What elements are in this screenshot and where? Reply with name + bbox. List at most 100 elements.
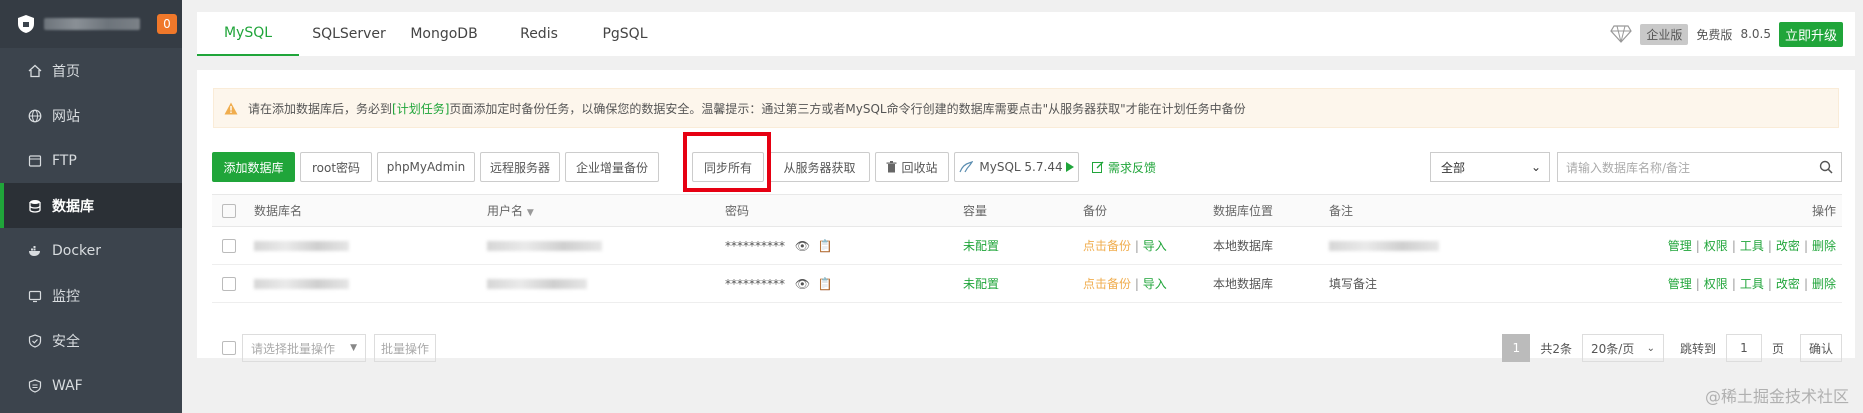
backup-link[interactable]: 点击备份: [1083, 239, 1131, 253]
header-username[interactable]: 用户名 ▼: [487, 194, 725, 227]
feedback-label: 需求反馈: [1108, 160, 1157, 175]
db-name-redacted[interactable]: [254, 241, 349, 251]
delete-link[interactable]: 删除: [1812, 277, 1836, 291]
db-filter-value: 全部: [1441, 160, 1466, 175]
permission-link[interactable]: 权限: [1704, 277, 1728, 291]
search-placeholder: 请输入数据库名称/备注: [1566, 160, 1691, 175]
header-db-name[interactable]: 数据库名: [254, 194, 487, 227]
notification-badge[interactable]: 0: [157, 14, 177, 34]
manage-link[interactable]: 管理: [1668, 277, 1692, 291]
notice-text-pre: 请在添加数据库后，务必到: [248, 101, 393, 116]
mysql-version-button[interactable]: MySQL 5.7.44: [954, 152, 1079, 182]
batch-operation-select[interactable]: 请选择批量操作 ▼: [242, 334, 366, 362]
feedback-link[interactable]: 需求反馈: [1092, 152, 1156, 182]
tab-redis[interactable]: Redis: [489, 12, 589, 56]
database-panel: 请在添加数据库后，务必到 [计划任务] 页面添加定时备份任务，以确保您的数据安全…: [197, 70, 1855, 362]
sidebar-item-security[interactable]: 安全: [0, 318, 182, 363]
upgrade-button[interactable]: 立即升级: [1778, 21, 1843, 47]
sidebar-item-ftp[interactable]: FTP: [0, 138, 182, 183]
note-redacted[interactable]: [1329, 241, 1439, 251]
manage-link[interactable]: 管理: [1668, 239, 1692, 253]
header-location: 数据库位置: [1213, 194, 1329, 227]
phpmyadmin-button[interactable]: phpMyAdmin: [377, 152, 475, 182]
sidebar-item-label: 网站: [52, 108, 80, 125]
tools-link[interactable]: 工具: [1740, 277, 1764, 291]
toolbar: 添加数据库 root密码 phpMyAdmin 远程服务器 企业增量备份 同步所…: [212, 152, 1842, 182]
shield-check-icon: [28, 333, 42, 348]
sort-down-icon[interactable]: ▼: [527, 208, 534, 218]
tab-mongodb[interactable]: MongoDB: [399, 12, 489, 56]
db-name-redacted[interactable]: [254, 279, 349, 289]
sidebar-item-label: 安全: [52, 333, 80, 350]
current-page[interactable]: 1: [1502, 334, 1531, 362]
highlight-box: [683, 132, 771, 192]
import-link[interactable]: 导入: [1143, 239, 1167, 253]
root-password-button[interactable]: root密码: [300, 152, 372, 182]
sidebar-item-monitor[interactable]: 监控: [0, 273, 182, 318]
jump-page-input[interactable]: 1: [1725, 334, 1762, 362]
sidebar-item-label: WAF: [52, 377, 83, 394]
version-number: 8.0.5: [1740, 27, 1771, 41]
batch-operation-button[interactable]: 批量操作: [374, 334, 436, 362]
change-password-link[interactable]: 改密: [1776, 239, 1800, 253]
import-link[interactable]: 导入: [1143, 277, 1167, 291]
header-note: 备注: [1329, 194, 1529, 227]
sidebar-item-docker[interactable]: Docker: [0, 228, 182, 273]
confirm-jump-button[interactable]: 确认: [1799, 334, 1842, 362]
location-value: 本地数据库: [1213, 226, 1329, 265]
tab-mysql[interactable]: MySQL: [197, 12, 299, 56]
remote-server-button[interactable]: 远程服务器: [480, 152, 560, 182]
sidebar-item-websites[interactable]: 网站: [0, 93, 182, 138]
warning-icon: [224, 102, 238, 114]
sidebar-item-home[interactable]: 首页: [0, 48, 182, 93]
page-unit: 页: [1771, 341, 1784, 356]
add-database-button[interactable]: 添加数据库: [212, 152, 295, 182]
capacity-value[interactable]: 未配置: [963, 226, 1083, 265]
note-value[interactable]: 填写备注: [1329, 264, 1529, 303]
caret-down-icon: ▼: [350, 343, 357, 353]
home-icon: [28, 64, 42, 78]
edit-icon: [1092, 161, 1104, 173]
select-all-checkbox[interactable]: [222, 203, 236, 218]
backup-link[interactable]: 点击备份: [1083, 277, 1131, 291]
eye-icon[interactable]: 👁: [795, 277, 810, 291]
location-value: 本地数据库: [1213, 264, 1329, 303]
mysql-version-label: MySQL 5.7.44: [979, 160, 1063, 174]
play-icon: [1065, 162, 1074, 172]
watermark: @稀土掘金技术社区: [1704, 387, 1849, 406]
tools-link[interactable]: 工具: [1740, 239, 1764, 253]
row-ops: 管理 | 权限 | 工具 | 改密 | 删除: [1529, 264, 1842, 303]
table-row: ********** 👁 📋 未配置 点击备份 | 导入 本地数据库 管理 | 权限…: [212, 226, 1842, 265]
eye-icon[interactable]: 👁: [795, 239, 810, 253]
fetch-from-server-button[interactable]: 从服务器获取: [769, 152, 870, 182]
capacity-value[interactable]: 未配置: [963, 264, 1083, 303]
free-edition-label: 免费版: [1696, 27, 1733, 42]
footer-select-all-checkbox[interactable]: [222, 341, 236, 355]
search-icon[interactable]: [1819, 160, 1833, 174]
delete-link[interactable]: 删除: [1812, 239, 1836, 253]
sidebar-item-database[interactable]: 数据库: [0, 183, 182, 228]
sidebar-item-label: Docker: [52, 242, 102, 259]
permission-link[interactable]: 权限: [1704, 239, 1728, 253]
sidebar-item-label: 监控: [52, 288, 80, 305]
sidebar-item-label: 首页: [52, 63, 80, 80]
cron-task-link[interactable]: [计划任务]: [392, 100, 449, 117]
db-filter-select[interactable]: 全部 ⌄: [1430, 152, 1550, 182]
database-type-tabs: MySQL SQLServer MongoDB Redis PgSQL 企业版 …: [197, 12, 1855, 56]
database-search-input[interactable]: 请输入数据库名称/备注: [1557, 152, 1842, 182]
row-checkbox[interactable]: [222, 238, 236, 253]
copy-icon[interactable]: 📋: [818, 239, 833, 253]
page-size-select[interactable]: 20条/页 ⌄: [1581, 334, 1664, 362]
sidebar-item-waf[interactable]: WAF: [0, 363, 182, 408]
mysql-dolphin-icon: [959, 161, 974, 173]
change-password-link[interactable]: 改密: [1776, 277, 1800, 291]
tab-pgsql[interactable]: PgSQL: [589, 12, 661, 56]
tab-sqlserver[interactable]: SQLServer: [299, 12, 399, 56]
row-checkbox[interactable]: [222, 276, 236, 291]
incremental-backup-button[interactable]: 企业增量备份: [565, 152, 659, 182]
logo-shield-icon: [18, 15, 34, 33]
copy-icon[interactable]: 📋: [818, 277, 833, 291]
table-footer: 请选择批量操作 ▼ 批量操作 1 共2条 20条/页 ⌄ 跳转到 1 页 确认: [212, 334, 1842, 362]
recycle-bin-button[interactable]: 回收站: [875, 152, 949, 182]
enterprise-tag[interactable]: 企业版: [1640, 23, 1689, 45]
